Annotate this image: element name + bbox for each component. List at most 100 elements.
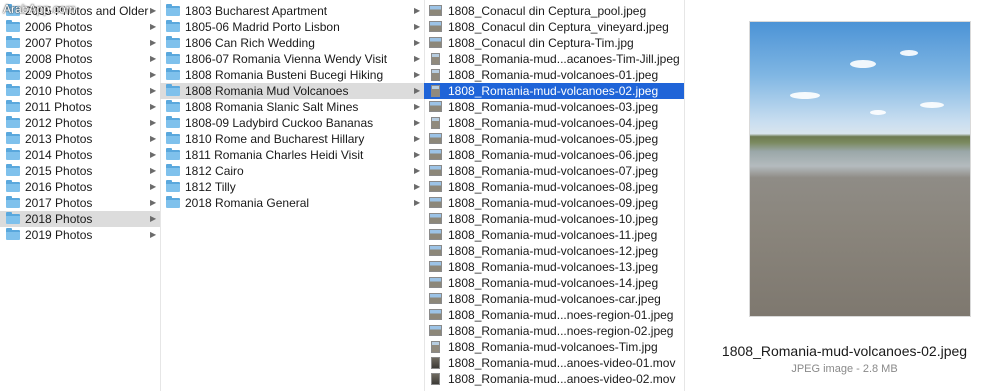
year-folder-row[interactable]: 2014 Photos ▶ [0, 147, 160, 163]
file-row[interactable]: 1808_Romania-mud...anoes-video-02.mov [424, 371, 684, 387]
chevron-right-icon: ▶ [150, 86, 157, 95]
folder-icon [166, 20, 180, 32]
finder-column-files[interactable]: 1808_Conacul din Ceptura_pool.jpeg 1808_C… [424, 0, 685, 391]
file-row[interactable]: 1808_Conacul din Ceptura_pool.jpeg [424, 3, 684, 19]
album-folder-row[interactable]: 1810 Rome and Bucharest Hillary ▶ [160, 131, 424, 147]
year-folder-row[interactable]: 2016 Photos ▶ [0, 179, 160, 195]
album-folder-row[interactable]: 1808 Romania Busteni Bucegi Hiking ▶ [160, 67, 424, 83]
album-folder-label: 1808 Romania Mud Volcanoes [185, 84, 349, 98]
image-thumbnail-icon [429, 149, 442, 160]
file-row[interactable]: 1808_Romania-mud...noes-region-01.jpeg [424, 307, 684, 323]
image-thumbnail-icon [431, 341, 440, 353]
folder-icon [166, 52, 180, 64]
file-label: 1808_Romania-mud...acanoes-Tim-Jill.jpeg [448, 52, 680, 66]
year-folder-row[interactable]: 2015 Photos ▶ [0, 163, 160, 179]
chevron-right-icon: ▶ [414, 182, 421, 191]
album-folder-row[interactable]: 1808 Romania Slanic Salt Mines ▶ [160, 99, 424, 115]
album-folder-row[interactable]: 1811 Romania Charles Heidi Visit ▶ [160, 147, 424, 163]
file-row[interactable]: 1808_Conacul din Ceptura_vineyard.jpeg [424, 19, 684, 35]
chevron-right-icon: ▶ [150, 6, 157, 15]
chevron-right-icon: ▶ [414, 22, 421, 31]
file-row[interactable]: 1808_Romania-mud...acanoes-Tim-Jill.jpeg [424, 51, 684, 67]
file-label: 1808_Romania-mud-volcanoes-03.jpeg [448, 100, 659, 114]
folder-icon [6, 164, 20, 176]
file-label: 1808_Romania-mud-volcanoes-05.jpeg [448, 132, 659, 146]
file-label: 1808_Romania-mud-volcanoes-13.jpeg [448, 260, 659, 274]
file-row[interactable]: 1808_Romania-mud-volcanoes-01.jpeg [424, 67, 684, 83]
image-thumbnail-icon [429, 181, 442, 192]
album-folder-row[interactable]: 1806-07 Romania Vienna Wendy Visit ▶ [160, 51, 424, 67]
file-row[interactable]: 1808_Conacul din Ceptura-Tim.jpg [424, 35, 684, 51]
chevron-right-icon: ▶ [414, 38, 421, 47]
album-folder-row[interactable]: 2018 Romania General ▶ [160, 195, 424, 211]
album-folder-label: 1806 Can Rich Wedding [185, 36, 315, 50]
folder-icon [166, 68, 180, 80]
album-folder-row[interactable]: 1806 Can Rich Wedding ▶ [160, 35, 424, 51]
finder-column-albums[interactable]: 1803 Bucharest Apartment ▶ 1805-06 Madrid … [160, 0, 425, 391]
file-label: 1808_Romania-mud-volcanoes-01.jpeg [448, 68, 659, 82]
file-row[interactable]: 1808_Romania-mud-volcanoes-10.jpeg [424, 211, 684, 227]
file-row[interactable]: 1808_Romania-mud-volcanoes-06.jpeg [424, 147, 684, 163]
folder-icon [6, 228, 20, 240]
album-folder-row[interactable]: 1812 Tilly ▶ [160, 179, 424, 195]
file-row[interactable]: 1808_Romania-mud-volcanoes-12.jpeg [424, 243, 684, 259]
year-folder-label: 2017 Photos [25, 196, 93, 210]
image-thumbnail-icon [429, 165, 442, 176]
album-folder-row[interactable]: 1808-09 Ladybird Cuckoo Bananas ▶ [160, 115, 424, 131]
file-row[interactable]: 1808_Romania-mud-volcanoes-14.jpeg [424, 275, 684, 291]
file-row[interactable]: 1808_Romania-mud-volcanoes-03.jpeg [424, 99, 684, 115]
album-folder-row[interactable]: 1805-06 Madrid Porto Lisbon ▶ [160, 19, 424, 35]
year-folder-row[interactable]: 2012 Photos ▶ [0, 115, 160, 131]
folder-icon [166, 116, 180, 128]
file-row[interactable]: 1808_Romania-mud-volcanoes-08.jpeg [424, 179, 684, 195]
chevron-right-icon: ▶ [150, 214, 157, 223]
year-folder-row[interactable]: 2008 Photos ▶ [0, 51, 160, 67]
file-row[interactable]: 1808_Romania-mud-volcanoes-13.jpeg [424, 259, 684, 275]
image-thumbnail-icon [431, 117, 440, 129]
image-thumbnail-icon [431, 85, 440, 97]
album-folder-label: 1808 Romania Slanic Salt Mines [185, 100, 359, 114]
year-folder-row[interactable]: 2009 Photos ▶ [0, 67, 160, 83]
chevron-right-icon: ▶ [414, 198, 421, 207]
image-thumbnail-icon [429, 229, 442, 240]
image-thumbnail-icon [429, 21, 442, 32]
image-thumbnail-icon [429, 213, 442, 224]
file-row[interactable]: 1808_Romania-mud-volcanoes-04.jpeg [424, 115, 684, 131]
image-thumbnail-icon [429, 309, 442, 320]
folder-icon [166, 132, 180, 144]
folder-icon [166, 148, 180, 160]
folder-icon [166, 164, 180, 176]
album-folder-row[interactable]: 1808 Romania Mud Volcanoes ▶ [160, 83, 424, 99]
year-folder-label: 2006 Photos [25, 20, 93, 34]
chevron-right-icon: ▶ [150, 118, 157, 127]
year-folder-row[interactable]: 2006 Photos ▶ [0, 19, 160, 35]
album-folder-row[interactable]: 1812 Cairo ▶ [160, 163, 424, 179]
year-folder-row[interactable]: 2017 Photos ▶ [0, 195, 160, 211]
preview-filename: 1808_Romania-mud-volcanoes-02.jpeg [721, 343, 968, 359]
year-folder-row[interactable]: 2011 Photos ▶ [0, 99, 160, 115]
file-row[interactable]: 1808_Romania-mud-volcanoes-05.jpeg [424, 131, 684, 147]
file-row[interactable]: 1808_Romania-mud-volcanoes-car.jpeg [424, 291, 684, 307]
year-folder-row[interactable]: 2013 Photos ▶ [0, 131, 160, 147]
file-row[interactable]: 1808_Romania-mud-volcanoes-02.jpeg [424, 83, 684, 99]
chevron-right-icon: ▶ [150, 22, 157, 31]
chevron-right-icon: ▶ [150, 166, 157, 175]
file-row[interactable]: 1808_Romania-mud-volcanoes-07.jpeg [424, 163, 684, 179]
file-label: 1808_Romania-mud...anoes-video-02.mov [448, 372, 676, 386]
file-row[interactable]: 1808_Romania-mud-volcanoes-11.jpeg [424, 227, 684, 243]
year-folder-row[interactable]: 2019 Photos ▶ [0, 227, 160, 243]
file-row[interactable]: 1808_Romania-mud...anoes-video-01.mov [424, 355, 684, 371]
movie-thumbnail-icon [431, 357, 440, 369]
file-row[interactable]: 1808_Romania-mud-volcanoes-Tim.jpg [424, 339, 684, 355]
year-folder-row[interactable]: 2018 Photos ▶ [0, 211, 160, 227]
finder-column-years[interactable]: 2005 Photos and Older ▶ 2006 Photos ▶ 2007 P… [0, 0, 161, 391]
year-folder-label: 2009 Photos [25, 68, 93, 82]
year-folder-label: 2008 Photos [25, 52, 93, 66]
album-folder-row[interactable]: 1803 Bucharest Apartment ▶ [160, 3, 424, 19]
file-label: 1808_Romania-mud...noes-region-02.jpeg [448, 324, 674, 338]
file-row[interactable]: 1808_Romania-mud-volcanoes-09.jpeg [424, 195, 684, 211]
folder-icon [6, 36, 20, 48]
year-folder-row[interactable]: 2010 Photos ▶ [0, 83, 160, 99]
file-row[interactable]: 1808_Romania-mud...noes-region-02.jpeg [424, 323, 684, 339]
year-folder-row[interactable]: 2007 Photos ▶ [0, 35, 160, 51]
